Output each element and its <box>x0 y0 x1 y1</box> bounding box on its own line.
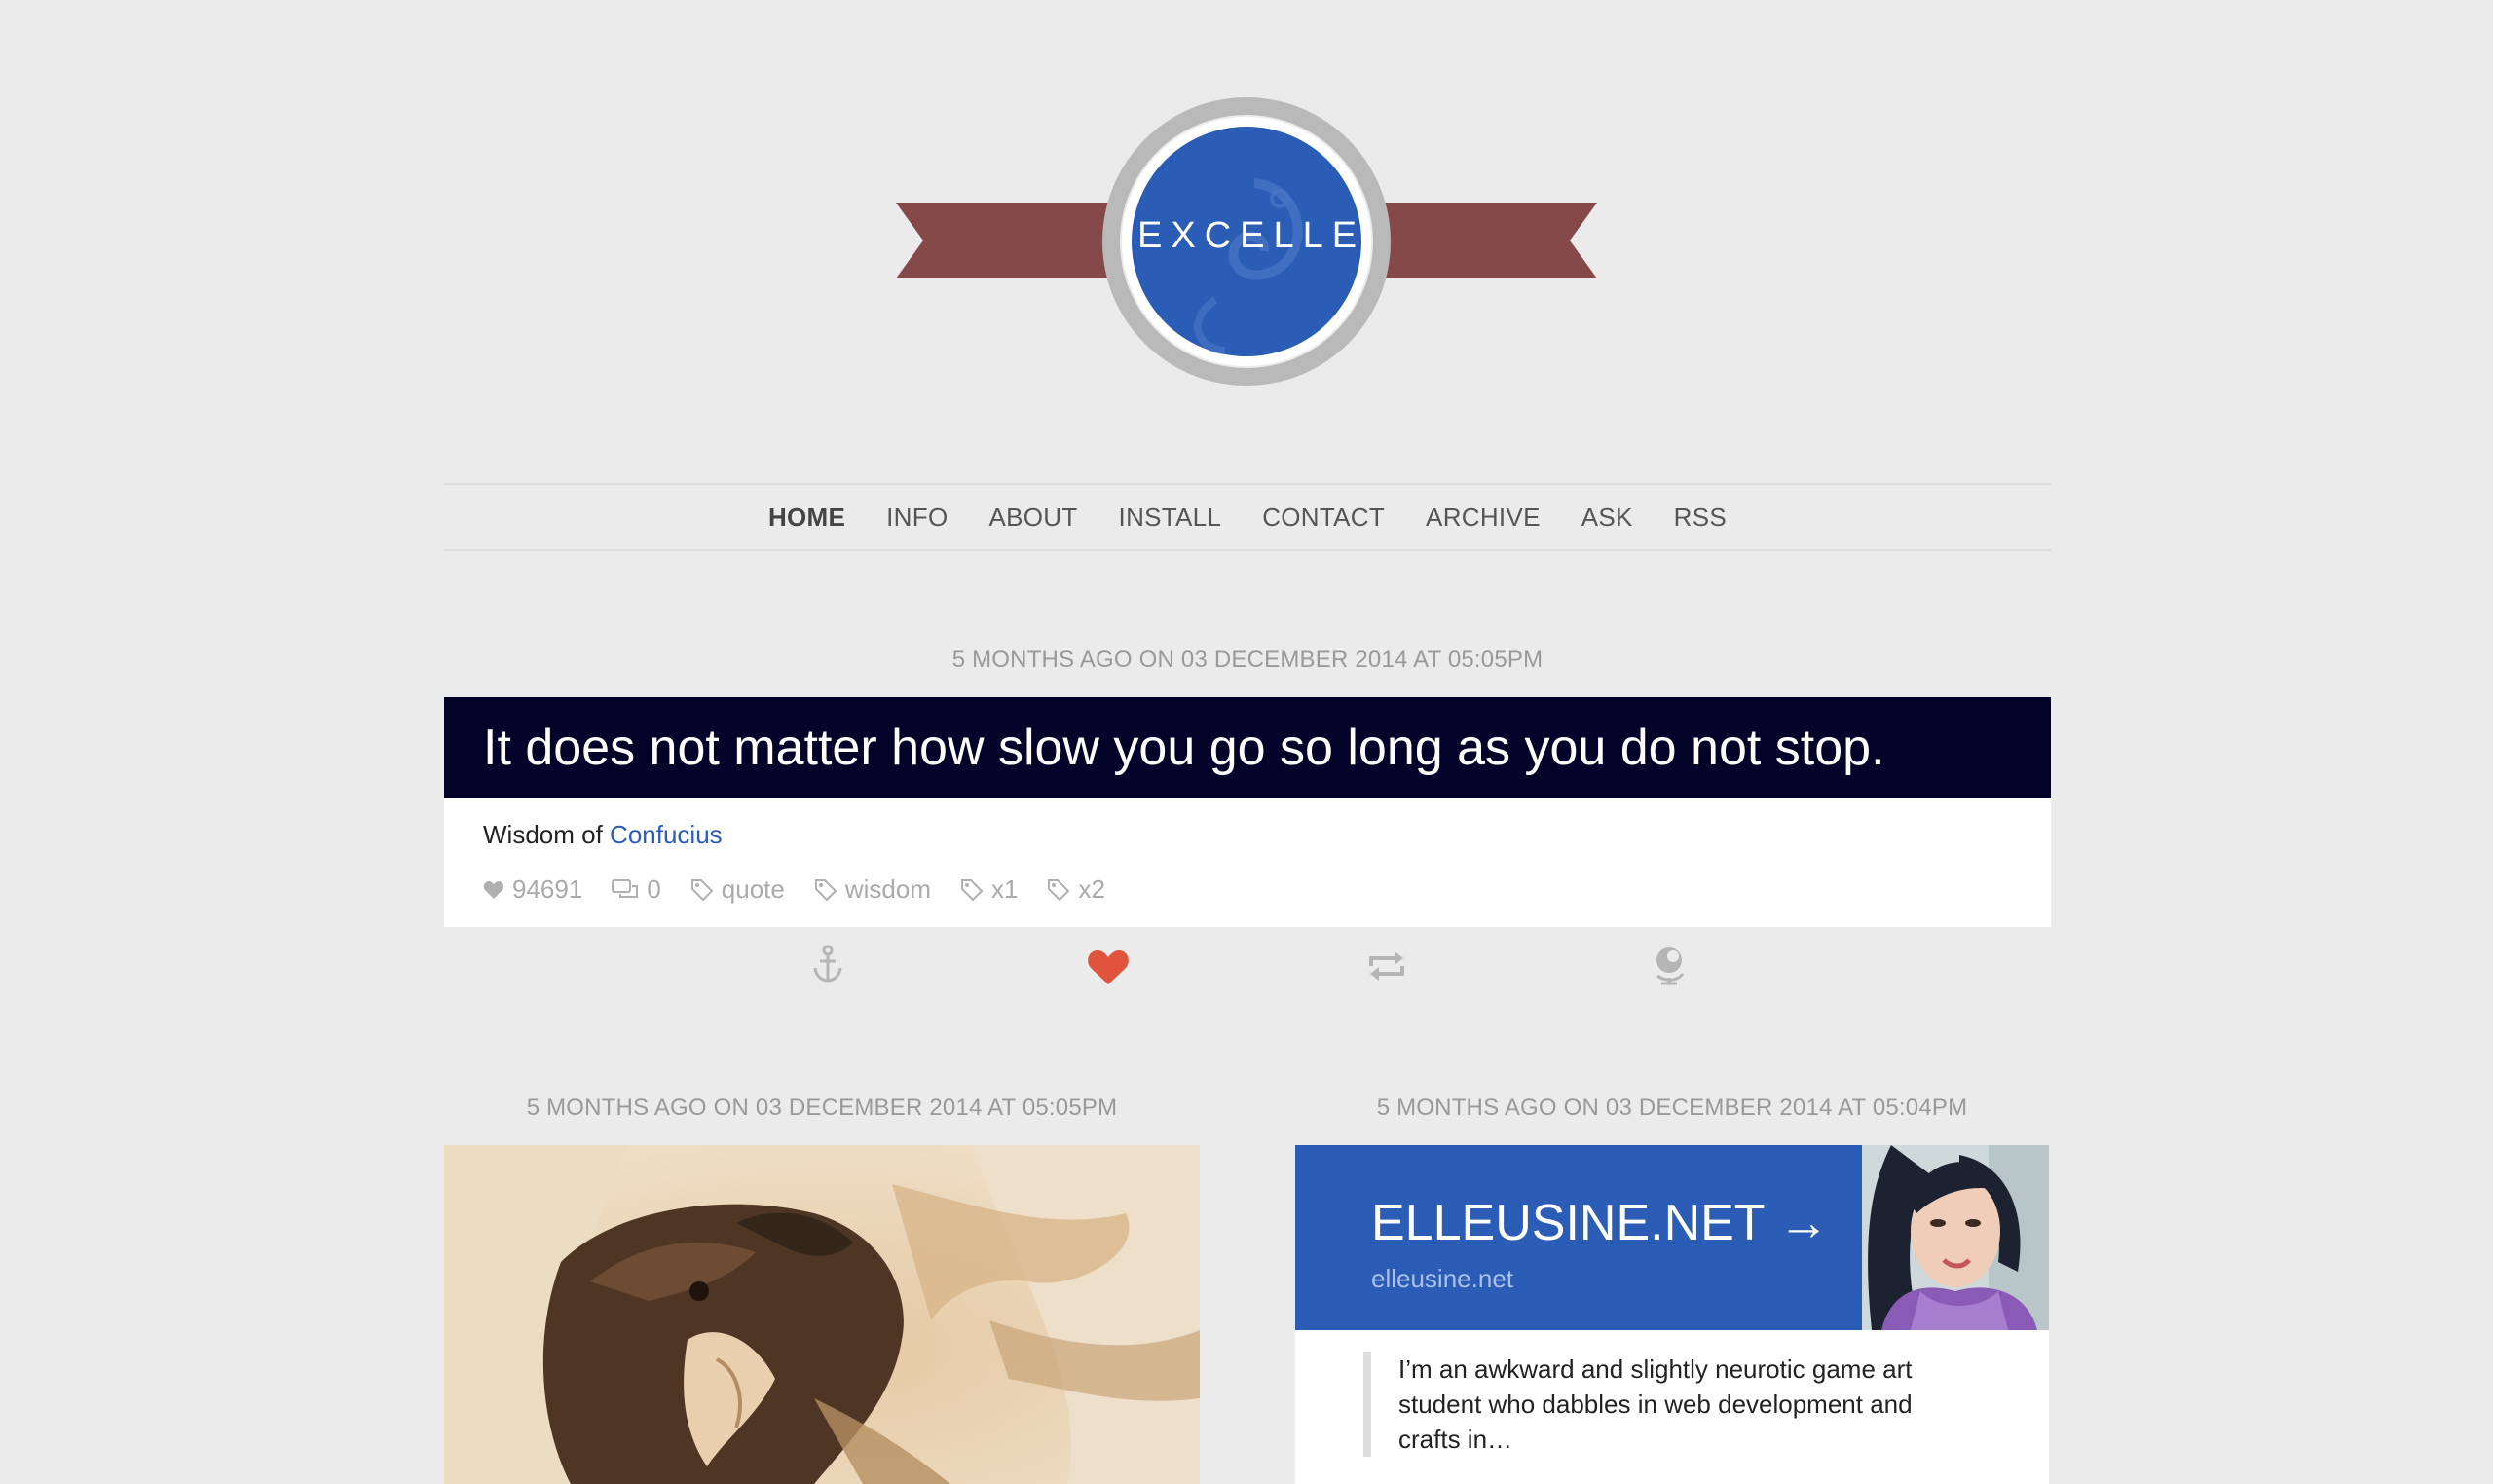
post-date[interactable]: 5 MONTHS AGO ON 03 DECEMBER 2014 AT 05:0… <box>444 1094 1200 1122</box>
link-post-header[interactable]: ELLEUSINE.NET → elleusine.net <box>1295 1145 2049 1330</box>
tag-icon <box>1048 878 1070 901</box>
site-title: EXCELLE <box>1137 215 1366 256</box>
comments-count: 0 <box>647 874 661 904</box>
anchor-icon[interactable] <box>812 945 843 988</box>
globe-icon[interactable] <box>1652 945 1687 990</box>
likes-count: 94691 <box>512 874 583 904</box>
comments-stat[interactable]: 0 <box>612 874 661 905</box>
nav-item-home[interactable]: HOME <box>748 502 866 533</box>
tag-wisdom[interactable]: wisdom <box>814 874 931 905</box>
nav-item-info[interactable]: INFO <box>866 502 968 533</box>
reblog-icon[interactable] <box>1367 950 1406 986</box>
post-actions <box>444 945 2051 993</box>
nav-item-ask[interactable]: ASK <box>1561 502 1654 533</box>
post-date[interactable]: 5 MONTHS AGO ON 03 DECEMBER 2014 AT 05:0… <box>1295 1094 2049 1122</box>
link-excerpt: I’m an awkward and slightly neurotic gam… <box>1363 1352 1944 1457</box>
comments-icon <box>612 878 639 898</box>
site-logo[interactable]: EXCELLE <box>894 95 1599 388</box>
tag-label: x1 <box>991 874 1019 904</box>
tag-x1[interactable]: x1 <box>960 874 1018 905</box>
tag-icon <box>690 878 714 901</box>
quote-post-footer: Wisdom of Confucius 94691 0 quote wisdom… <box>444 798 2051 927</box>
tag-label: x2 <box>1078 874 1105 904</box>
link-title[interactable]: ELLEUSINE.NET → <box>1371 1194 1829 1252</box>
photo-post-image[interactable] <box>444 1145 1200 1484</box>
tag-x2[interactable]: x2 <box>1047 874 1105 905</box>
quote-text: It does not matter how slow you go so lo… <box>483 720 1885 776</box>
likes-stat[interactable]: 94691 <box>483 874 582 905</box>
nav-item-about[interactable]: ABOUT <box>968 502 1098 533</box>
tag-icon <box>961 878 984 901</box>
quote-source-prefix: Wisdom of <box>483 820 603 849</box>
tag-icon <box>814 878 837 901</box>
quote-source: Wisdom of Confucius <box>483 820 723 850</box>
quote-post-box: It does not matter how slow you go so lo… <box>444 697 2051 798</box>
nav-item-rss[interactable]: RSS <box>1654 502 1747 533</box>
tag-label: quote <box>721 874 785 904</box>
tag-quote[interactable]: quote <box>690 874 785 905</box>
avatar <box>1862 1145 2049 1330</box>
quote-source-link[interactable]: Confucius <box>610 820 723 849</box>
post-date[interactable]: 5 MONTHS AGO ON 03 DECEMBER 2014 AT 05:0… <box>444 647 2051 674</box>
link-url: elleusine.net <box>1371 1264 1513 1293</box>
post-stats: 94691 0 quote wisdom x1 x2 <box>483 874 1105 905</box>
nav-item-install[interactable]: INSTALL <box>1098 502 1243 533</box>
heart-icon <box>483 880 504 899</box>
nav-item-archive[interactable]: ARCHIVE <box>1405 502 1561 533</box>
nav-item-contact[interactable]: CONTACT <box>1242 502 1405 533</box>
link-post-body: I’m an awkward and slightly neurotic gam… <box>1295 1330 2049 1484</box>
main-nav: HOME INFO ABOUT INSTALL CONTACT ARCHIVE … <box>444 483 2051 551</box>
tag-label: wisdom <box>844 874 931 904</box>
heart-icon[interactable] <box>1087 948 1130 990</box>
